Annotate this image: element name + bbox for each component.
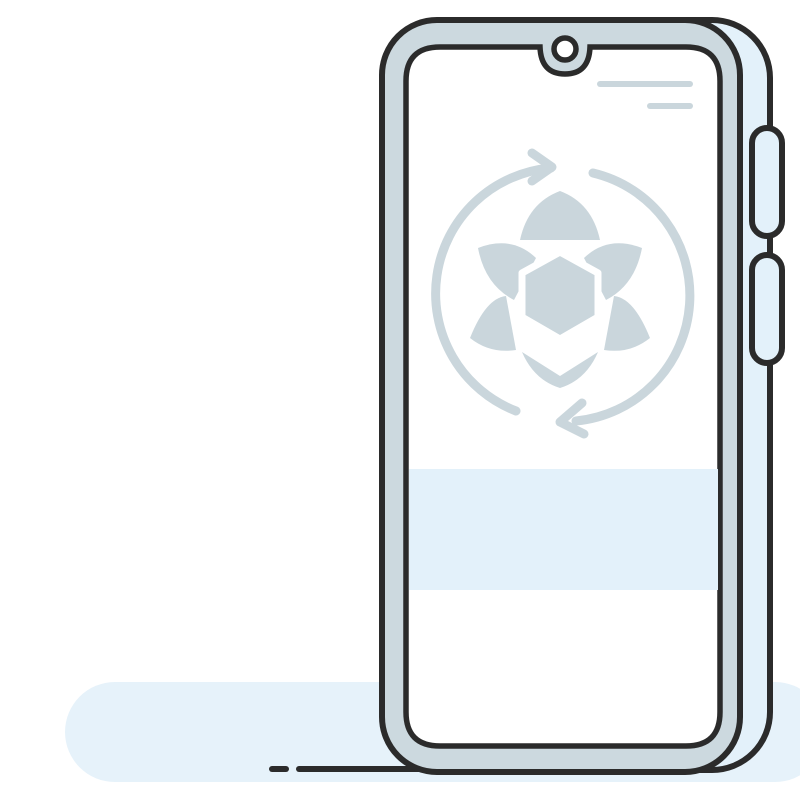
volume-down-button[interactable]: [749, 252, 785, 366]
screen-banner: [409, 469, 718, 590]
front-camera-icon: [551, 35, 579, 63]
phone-screen: [403, 44, 723, 749]
smartphone-illustration: [65, 17, 800, 782]
volume-up-button[interactable]: [749, 125, 785, 239]
